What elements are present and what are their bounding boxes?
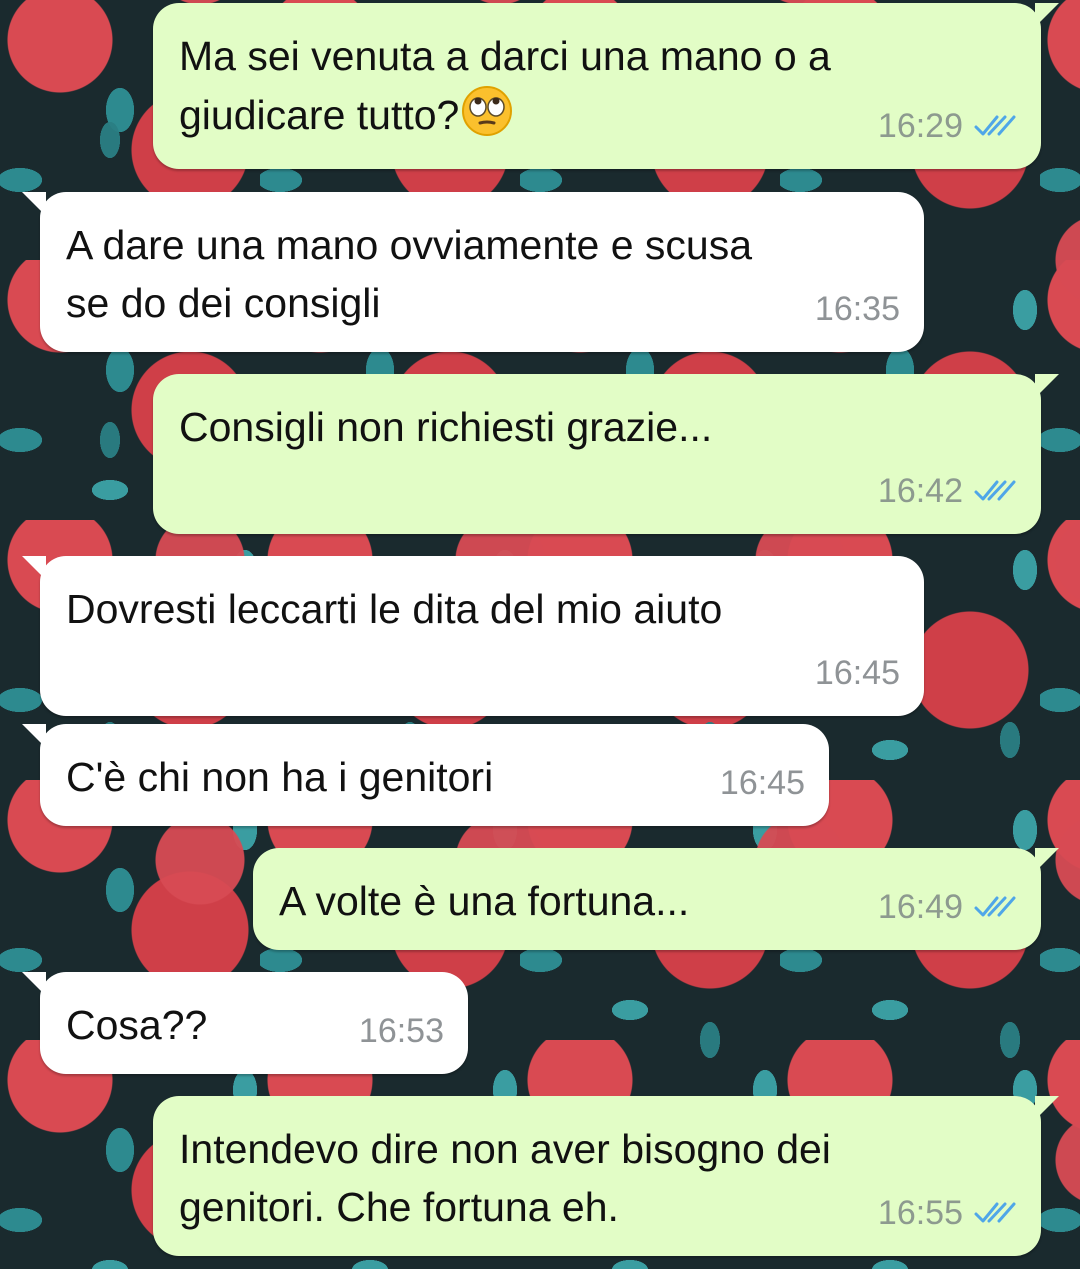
message-text: Consigli non richiesti grazie... <box>179 404 713 450</box>
message-text: Dovresti leccarti le dita del mio aiuto <box>66 586 723 632</box>
message-bubble-incoming[interactable]: Dovresti leccarti le dita del mio aiuto … <box>22 556 924 716</box>
message-time: 16:45 <box>814 654 900 692</box>
message-meta: 16:29 <box>878 97 1017 155</box>
message-meta: 16:55 <box>878 1184 1017 1242</box>
message-bubble-incoming[interactable]: C'è chi non ha i genitori 16:45 <box>22 724 829 826</box>
message-meta: 16:45 <box>720 754 805 812</box>
message-time: 16:49 <box>877 888 963 926</box>
message-meta: 16:42 <box>878 462 1017 520</box>
message-time: 16:55 <box>877 1194 963 1232</box>
message-bubble-outgoing[interactable]: A volte è una fortuna... 16:49 <box>253 848 1059 950</box>
face-with-rolling-eyes-icon <box>462 86 513 136</box>
message-bubble-outgoing[interactable]: Intendevo dire non aver bisogno dei geni… <box>153 1096 1059 1256</box>
double-check-read-icon <box>974 480 1016 501</box>
message-meta: 16:49 <box>878 878 1017 936</box>
message-time: 16:53 <box>358 1012 444 1050</box>
message-text: C'è chi non ha i genitori <box>66 754 494 800</box>
double-check-read-icon <box>974 115 1016 136</box>
message-bubble-incoming[interactable]: Cosa?? 16:53 <box>22 972 468 1074</box>
message-time: 16:35 <box>814 290 900 328</box>
double-check-read-icon <box>974 896 1016 917</box>
message-list[interactable]: Ma sei venuta a darci una mano o a giudi… <box>0 0 1080 1269</box>
message-meta: 16:35 <box>815 280 900 338</box>
message-bubble-outgoing[interactable]: Ma sei venuta a darci una mano o a giudi… <box>153 3 1059 169</box>
message-time: 16:29 <box>877 107 963 145</box>
message-meta: 16:45 <box>815 644 900 702</box>
double-check-read-icon <box>974 1202 1016 1223</box>
message-bubble-outgoing[interactable]: Consigli non richiesti grazie... 16:42 <box>153 374 1059 534</box>
message-time: 16:42 <box>877 472 963 510</box>
message-meta: 16:53 <box>359 1002 444 1060</box>
message-bubble-incoming[interactable]: A dare una mano ovviamente e scusa se do… <box>22 192 924 352</box>
message-time: 16:45 <box>719 764 805 802</box>
message-text: A dare una mano ovviamente e scusa se do… <box>66 222 753 326</box>
